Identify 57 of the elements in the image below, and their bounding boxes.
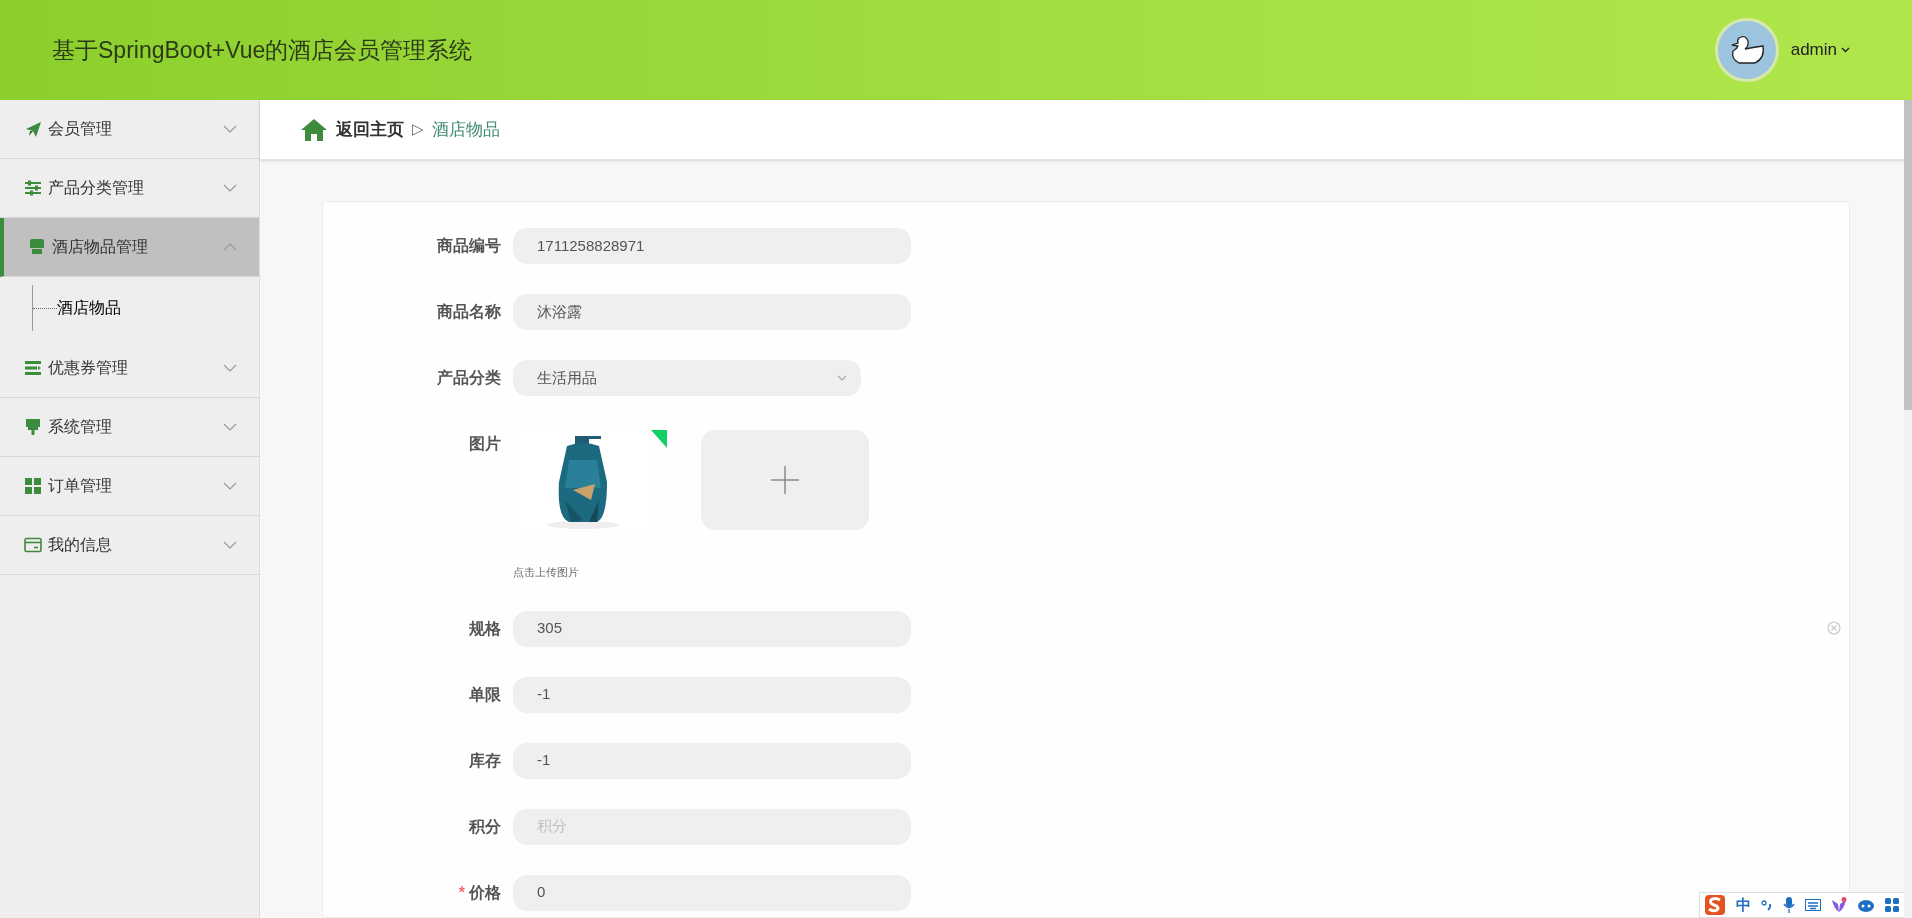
sliders-icon <box>24 179 42 197</box>
field-label: 单限 <box>469 684 501 705</box>
field-label: 积分 <box>469 816 501 837</box>
ime-mode-toggle[interactable]: 中 <box>1736 893 1751 917</box>
ime-logo-icon[interactable] <box>1704 894 1726 916</box>
chevron-down-icon <box>223 364 237 372</box>
shop-icon <box>28 238 46 256</box>
sidebar-item[interactable]: 优惠券管理 <box>0 339 259 398</box>
list-icon <box>24 359 42 377</box>
chevron-down-icon <box>223 541 237 549</box>
sidebar-item[interactable]: 酒店物品管理 <box>0 218 259 277</box>
field-label: 商品名称 <box>437 302 501 322</box>
chevron-down-icon <box>1841 47 1850 53</box>
punctuation-icon[interactable] <box>1761 899 1773 911</box>
app-title: 基于SpringBoot+Vue的酒店会员管理系统 <box>52 35 473 65</box>
scrollbar[interactable] <box>1904 100 1912 918</box>
home-link[interactable]: 返回主页 <box>300 116 404 143</box>
breadcrumb-current: 酒店物品 <box>432 118 500 141</box>
text-field[interactable]: 沐浴露 <box>513 294 911 330</box>
field-label: 规格 <box>469 618 501 639</box>
user-menu[interactable]: admin <box>1790 37 1850 63</box>
toolbox-icon[interactable] <box>1885 898 1899 912</box>
field-label: 价格 <box>469 882 501 903</box>
paper-plane-icon <box>24 120 42 138</box>
breadcrumb-separator: ▷ <box>412 119 424 140</box>
card-icon <box>24 536 42 554</box>
success-corner-icon <box>651 430 667 448</box>
upload-hint: 点击上传图片 <box>513 565 580 580</box>
text-field[interactable]: 0 <box>513 874 911 911</box>
text-field[interactable]: -1 <box>513 676 911 713</box>
sidebar-item[interactable]: 系统管理 <box>0 398 259 457</box>
plus-icon <box>771 466 799 494</box>
chevron-down-icon <box>223 482 237 490</box>
robot-icon[interactable] <box>1857 898 1875 912</box>
grid-icon <box>24 477 42 495</box>
chevron-down-icon <box>837 375 847 381</box>
required-mark: * <box>458 882 465 903</box>
chevron-down-icon <box>223 423 237 431</box>
field-label: 图片 <box>469 434 501 454</box>
text-field[interactable]: 305 <box>513 610 911 647</box>
microphone-icon[interactable] <box>1783 897 1795 913</box>
keyboard-icon[interactable] <box>1805 899 1821 911</box>
sidebar-subitem[interactable]: 酒店物品 <box>57 296 121 320</box>
field-label: 商品编号 <box>437 236 501 256</box>
text-field[interactable]: 1711258828971 <box>513 228 911 264</box>
sidebar-item[interactable]: 订单管理 <box>0 457 259 516</box>
chevron-down-icon <box>223 184 237 192</box>
brush-icon <box>24 418 42 436</box>
category-select[interactable]: 生活用品 <box>513 360 861 396</box>
chevron-down-icon <box>223 125 237 133</box>
field-label: 产品分类 <box>437 368 501 388</box>
sidebar-item[interactable]: 我的信息 <box>0 516 259 575</box>
sidebar-item[interactable]: 会员管理 <box>0 100 259 159</box>
home-icon <box>300 117 328 142</box>
text-field[interactable]: -1 <box>513 742 911 779</box>
field-label: 库存 <box>469 750 501 771</box>
chevron-up-icon <box>223 243 237 251</box>
